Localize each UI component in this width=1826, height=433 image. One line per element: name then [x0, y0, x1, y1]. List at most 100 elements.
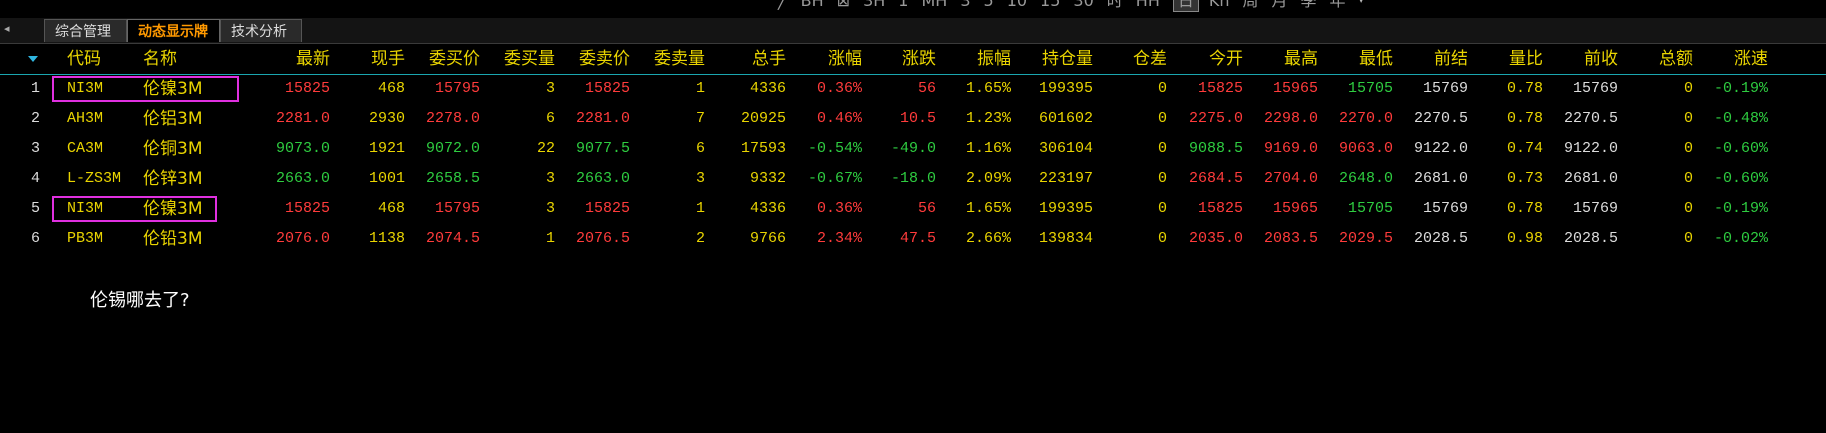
period-option[interactable]: 日: [1172, 0, 1199, 12]
period-more-icon[interactable]: ▾: [1359, 0, 1364, 11]
column-header[interactable]: 持仓量: [1003, 47, 1093, 71]
tab-overview[interactable]: 综合管理: [44, 19, 127, 42]
column-header[interactable]: 名称: [143, 47, 233, 71]
sort-indicator-icon[interactable]: [28, 56, 38, 62]
column-header[interactable]: 代码: [67, 47, 137, 71]
period-option[interactable]: 季: [1301, 0, 1317, 11]
cell-preclose: 2028.5: [1563, 230, 1618, 247]
cell-preclose: 9122.0: [1563, 140, 1618, 157]
column-header[interactable]: 总手: [706, 47, 786, 71]
cell-bid: 2278.0: [425, 110, 480, 127]
cell-pct: 0.36%: [816, 80, 862, 97]
period-option[interactable]: ╱: [778, 0, 788, 11]
cell-speed: -0.60%: [1713, 140, 1768, 157]
cell-latest: 2076.0: [275, 230, 330, 247]
cell-vol: 9332: [749, 170, 786, 187]
period-option[interactable]: ⊠: [837, 0, 850, 11]
cell-askv: 1: [695, 80, 705, 97]
scroll-left-icon[interactable]: ◂: [4, 22, 10, 35]
cell-latest: 2663.0: [275, 170, 330, 187]
cell-askv: 1: [695, 200, 705, 217]
cell-chg: -18.0: [890, 170, 936, 187]
period-option[interactable]: 3: [960, 0, 970, 11]
cell-pct: 2.34%: [816, 230, 862, 247]
cell-latest: 15825: [284, 80, 330, 97]
cell-name[interactable]: 伦铜3M: [143, 138, 233, 160]
column-header[interactable]: 委卖价: [540, 47, 630, 71]
cell-chg: -49.0: [890, 140, 936, 157]
cell-ask: 2663.0: [575, 170, 630, 187]
header-divider: [0, 74, 1826, 75]
period-option[interactable]: 15: [1040, 0, 1060, 11]
period-option[interactable]: 年: [1330, 0, 1346, 11]
column-header[interactable]: 前收: [1528, 47, 1618, 71]
column-header[interactable]: 最新: [240, 47, 330, 71]
period-option[interactable]: 时: [1107, 0, 1123, 11]
cell-presettle: 2681.0: [1413, 170, 1468, 187]
cell-askv: 7: [695, 110, 705, 127]
column-header[interactable]: 涨跌: [856, 47, 936, 71]
cell-name[interactable]: 伦铝3M: [143, 108, 233, 130]
cell-amp: 2.09%: [965, 170, 1011, 187]
cell-code[interactable]: CA3M: [67, 138, 137, 160]
column-header[interactable]: 前结: [1378, 47, 1468, 71]
cell-presettle: 9122.0: [1413, 140, 1468, 157]
cell-askv: 2: [695, 230, 705, 247]
cell-vol: 4336: [749, 80, 786, 97]
cell-code[interactable]: L-ZS3M: [67, 168, 137, 190]
cell-code[interactable]: AH3M: [67, 108, 137, 130]
cell-vol: 9766: [749, 230, 786, 247]
tab-technical-analysis[interactable]: 技术分析: [220, 19, 302, 42]
period-option[interactable]: 30: [1073, 0, 1093, 11]
cell-oi: 199395: [1038, 200, 1093, 217]
cell-pct: 0.46%: [816, 110, 862, 127]
cell-presettle: 15769: [1422, 80, 1468, 97]
column-header[interactable]: 委卖量: [635, 47, 705, 71]
cell-preclose: 15769: [1572, 200, 1618, 217]
cell-ask: 2281.0: [575, 110, 630, 127]
period-option[interactable]: HH: [1136, 0, 1160, 11]
column-header[interactable]: 涨速: [1678, 47, 1768, 71]
cell-bid: 15795: [434, 80, 480, 97]
row-index: 3: [30, 140, 40, 157]
column-header[interactable]: 涨幅: [782, 47, 862, 71]
cell-amp: 1.65%: [965, 200, 1011, 217]
cell-code[interactable]: PB3M: [67, 228, 137, 250]
column-header[interactable]: 委买价: [390, 47, 480, 71]
cell-bid: 2074.5: [425, 230, 480, 247]
row-index: 6: [30, 230, 40, 247]
period-option[interactable]: 5: [984, 0, 994, 11]
row-index: 1: [30, 80, 40, 97]
period-option[interactable]: 月: [1272, 0, 1288, 11]
cell-amp: 1.23%: [965, 110, 1011, 127]
tab-dynamic-board[interactable]: 动态显示牌: [127, 19, 220, 42]
period-option[interactable]: 10: [1007, 0, 1027, 11]
cell-ask: 2076.5: [575, 230, 630, 247]
cell-askv: 6: [695, 140, 705, 157]
cell-latest: 9073.0: [275, 140, 330, 157]
cell-preclose: 15769: [1572, 80, 1618, 97]
cell-name[interactable]: 伦锌3M: [143, 168, 233, 190]
column-header[interactable]: 振幅: [931, 47, 1011, 71]
cell-preclose: 2270.5: [1563, 110, 1618, 127]
period-option[interactable]: BH: [801, 0, 824, 11]
period-toolbar: ╱ BH ⊠ 3H 1 MH 3 5 10 15 30 时 HH 日 Kn 周 月 季 年 ▾: [778, 0, 1377, 12]
cell-speed: -0.60%: [1713, 170, 1768, 187]
period-option[interactable]: Kn: [1209, 0, 1230, 11]
cell-chg: 10.5: [899, 110, 936, 127]
cell-vol: 17593: [740, 140, 786, 157]
cell-ask: 9077.5: [575, 140, 630, 157]
cell-ask: 15825: [584, 80, 630, 97]
cell-ask: 15825: [584, 200, 630, 217]
period-option[interactable]: 周: [1243, 0, 1259, 11]
period-option[interactable]: 1: [898, 0, 908, 11]
cell-name[interactable]: 伦铅3M: [143, 228, 233, 250]
cell-presettle: 2028.5: [1413, 230, 1468, 247]
period-option[interactable]: 3H: [863, 0, 885, 11]
cell-preclose: 2681.0: [1563, 170, 1618, 187]
period-option[interactable]: MH: [921, 0, 947, 11]
cell-chg: 47.5: [899, 230, 936, 247]
cell-presettle: 15769: [1422, 200, 1468, 217]
cell-amp: 1.16%: [965, 140, 1011, 157]
cell-amp: 1.65%: [965, 80, 1011, 97]
